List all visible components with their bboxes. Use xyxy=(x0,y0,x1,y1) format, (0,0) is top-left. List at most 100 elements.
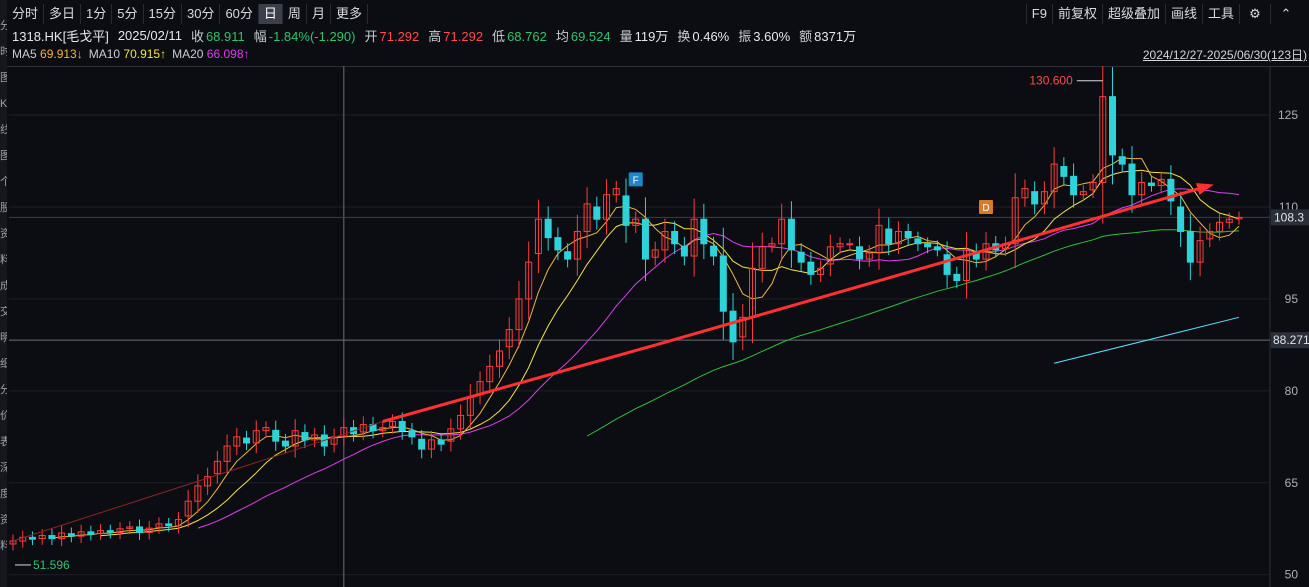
candle-body xyxy=(933,246,941,251)
low-value: 68.762 xyxy=(507,28,547,44)
period-button-2[interactable]: 1分 xyxy=(81,4,113,24)
left-strip-char: K xyxy=(0,98,7,110)
candle-body xyxy=(1147,182,1155,187)
candle-body xyxy=(1177,206,1185,232)
avg-value: 69.524 xyxy=(570,28,611,44)
period-toolbar: 分时 多日 1分 5分 15分 30分 60分日周月更多 F9 前复权 超级叠加 画线 工具 ⚙ ⌃ xyxy=(7,4,1309,24)
toolbar-right-button-2[interactable]: 超级叠加 xyxy=(1101,4,1165,24)
candle-body xyxy=(729,310,737,343)
toolbar-right-button-3[interactable]: 画线 xyxy=(1164,4,1202,24)
settings-gear-icon[interactable]: ⚙ xyxy=(1239,4,1270,24)
candle-body xyxy=(885,228,893,245)
candle-body xyxy=(953,273,961,282)
left-strip-char: 资 xyxy=(0,228,7,240)
candle-body xyxy=(671,230,679,245)
candle-body xyxy=(904,230,912,239)
left-strip-char: 分 xyxy=(0,384,7,396)
candle-body xyxy=(135,526,143,533)
candle-body xyxy=(437,439,445,445)
left-strip-char: 资 xyxy=(0,514,7,526)
bar-date: 2025/02/11 xyxy=(117,27,182,43)
candle-body xyxy=(593,206,601,220)
toolbar-right-button-1[interactable]: 前复权 xyxy=(1051,4,1102,24)
candle-body xyxy=(1128,163,1136,196)
candle-body xyxy=(807,261,815,275)
left-strip-char: 料 xyxy=(0,540,7,552)
y-tick-label: 125 xyxy=(1278,108,1298,122)
left-strip-char: 明 xyxy=(0,332,7,344)
candle-body xyxy=(943,254,951,275)
left-strip-char: 深 xyxy=(0,462,7,474)
candle-body xyxy=(554,237,562,251)
candle-body xyxy=(856,246,864,260)
left-strip-char: 料 xyxy=(0,254,7,266)
candle-body xyxy=(398,421,406,432)
candle-body xyxy=(641,218,649,260)
period-button-8[interactable]: 周 xyxy=(283,4,307,24)
event-marker-label: D xyxy=(982,203,989,214)
crosshair-price-label: 88.271 xyxy=(1273,333,1309,347)
candle-body xyxy=(1070,175,1078,196)
left-strip-char: 时 xyxy=(0,46,7,58)
candle-body xyxy=(281,440,289,447)
candle-body xyxy=(418,438,426,450)
period-button-9[interactable]: 月 xyxy=(307,4,331,24)
period-button-1[interactable]: 多日 xyxy=(44,4,82,24)
y-tick-label: 65 xyxy=(1285,476,1299,490)
chevron-up-icon[interactable]: ⌃ xyxy=(1270,4,1301,24)
period-button-4[interactable]: 15分 xyxy=(144,4,182,24)
left-strip-char: 个 xyxy=(0,176,7,188)
open-value: 71.292 xyxy=(379,28,420,44)
left-strip-char: 度 xyxy=(0,488,7,500)
low-marker-label: 51.596 xyxy=(33,558,70,572)
date-range-link[interactable]: 2024/12/27-2025/06/30(123日) xyxy=(1143,46,1307,63)
candle-body xyxy=(544,218,552,239)
event-marker-label: F xyxy=(633,175,639,186)
period-button-6[interactable]: 60分 xyxy=(220,4,259,24)
candle-body xyxy=(1060,166,1068,177)
left-strip-char: 交 xyxy=(0,306,7,318)
left-strip-char: 价 xyxy=(0,410,7,422)
candle-body xyxy=(787,218,795,251)
candle-body xyxy=(1031,191,1039,205)
candle-body xyxy=(67,533,75,537)
candle-body xyxy=(622,195,630,226)
period-button-7[interactable]: 日 xyxy=(258,4,283,24)
candle-body xyxy=(301,432,309,441)
left-strip-char: 成 xyxy=(0,280,7,292)
left-strip-char: 表 xyxy=(0,436,7,448)
candle-body xyxy=(272,429,280,442)
left-strip-char: 细 xyxy=(0,358,7,370)
candle-body xyxy=(914,238,922,245)
y-tick-label: 50 xyxy=(1285,568,1299,582)
change-value: -1.84%(-1.290) xyxy=(268,28,356,44)
candle-body xyxy=(28,536,36,540)
candle-body xyxy=(1118,156,1126,165)
period-button-10[interactable]: 更多 xyxy=(331,4,368,24)
close-value: 68.911 xyxy=(205,28,245,44)
left-strip-char: 分 xyxy=(0,20,7,32)
ma-legend-item: MA10 70.915↑ xyxy=(88,47,167,61)
candle-body xyxy=(243,437,251,444)
amount-value: 8371万 xyxy=(814,28,857,44)
left-strip-char: 图 xyxy=(0,150,7,162)
high-marker-label: 130.600 xyxy=(1029,74,1073,88)
ma-legend: MA5 69.913↓ MA10 70.915↑ MA20 66.098↑ xyxy=(12,46,256,62)
candle-body xyxy=(1109,96,1117,156)
candle-body xyxy=(408,430,416,438)
left-sidebar-strip[interactable]: 分时图K线图个股资料成交明细分价表深度资料 xyxy=(0,0,7,587)
period-button-3[interactable]: 5分 xyxy=(112,4,144,24)
period-button-0[interactable]: 分时 xyxy=(7,4,45,24)
volume-value: 119万 xyxy=(634,28,669,44)
ma-legend-item: MA5 69.913↓ xyxy=(12,47,83,61)
toolbar-right-button-4[interactable]: 工具 xyxy=(1201,4,1239,24)
period-button-5[interactable]: 30分 xyxy=(182,4,221,24)
candle-body xyxy=(87,531,95,535)
candle-body xyxy=(106,530,114,533)
turnover-value: 0.46% xyxy=(692,28,730,44)
candlestick-chart[interactable]: 1251109580655088.271108.3130.60051.596FD xyxy=(7,66,1309,587)
left-strip-char: 股 xyxy=(0,202,7,214)
candle-body xyxy=(564,251,572,260)
toolbar-right-button-0[interactable]: F9 xyxy=(1025,4,1052,24)
amplitude-value: 3.60% xyxy=(753,28,791,44)
